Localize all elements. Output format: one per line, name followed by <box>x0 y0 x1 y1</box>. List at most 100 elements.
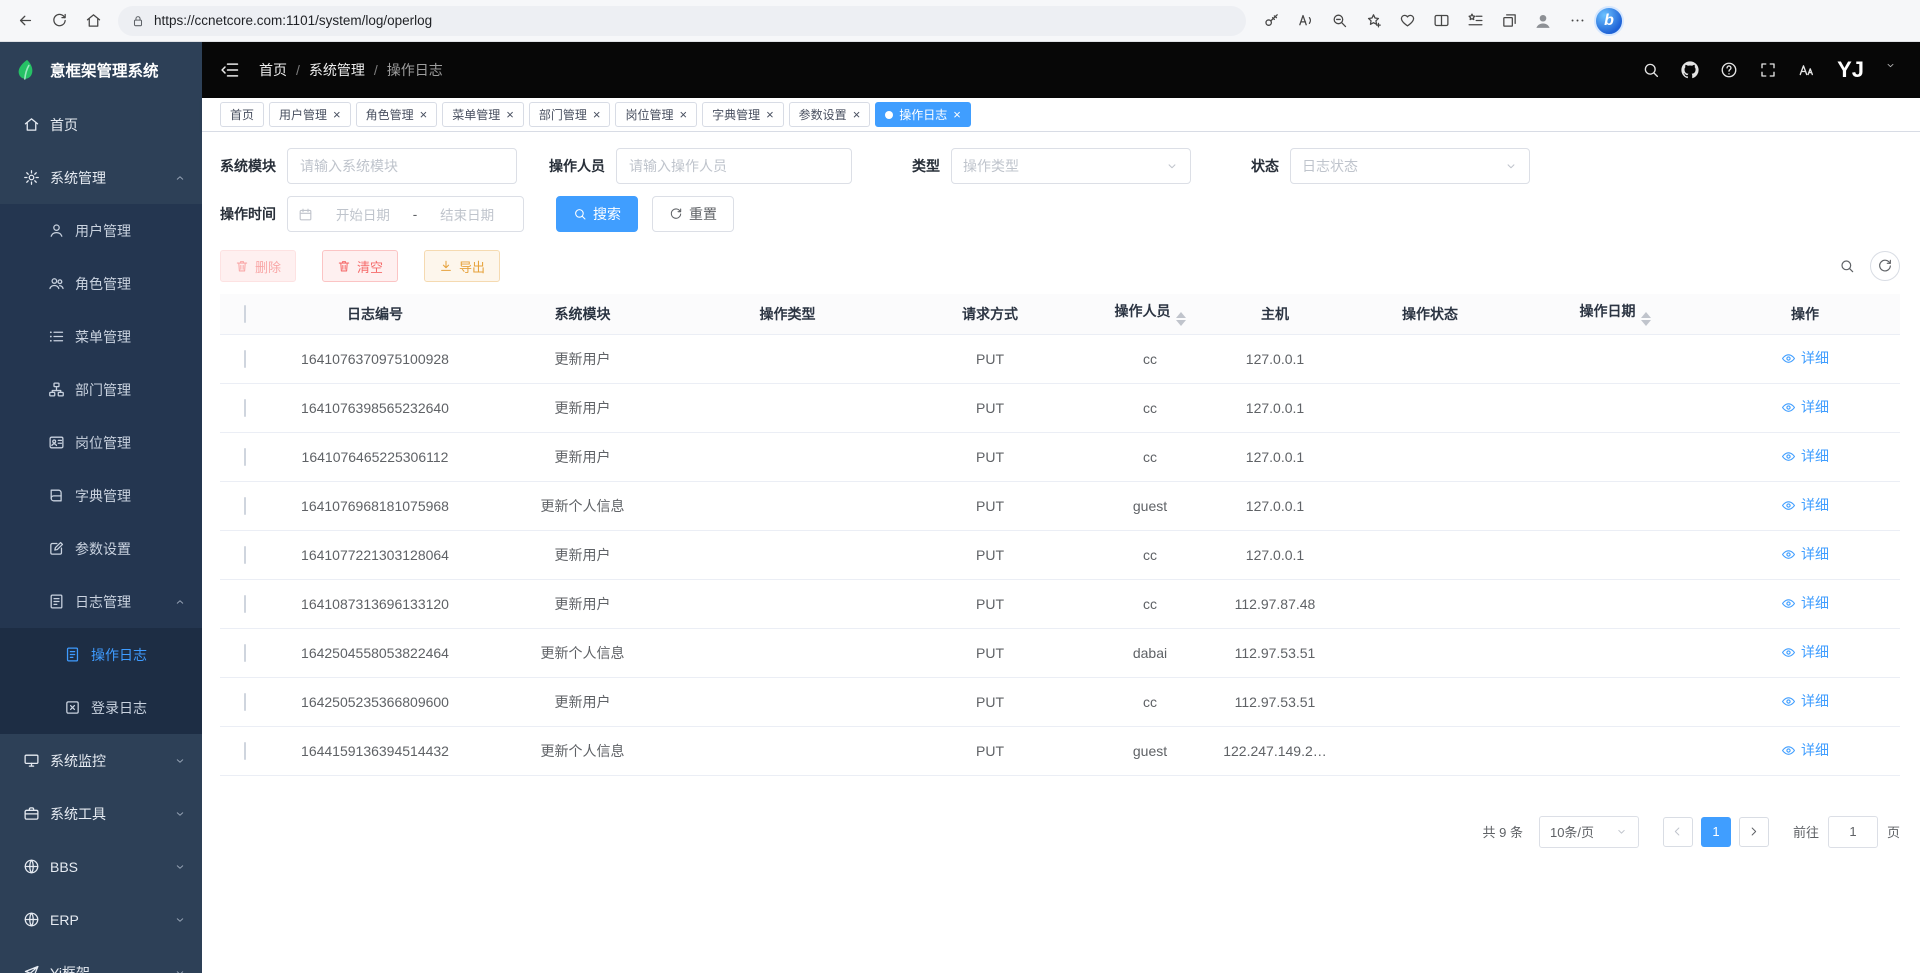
tab-close-icon[interactable]: × <box>953 108 961 121</box>
tab-0[interactable]: 首页 <box>220 102 264 127</box>
sidebar-item-9[interactable]: 日志管理 <box>0 575 202 628</box>
profile-button[interactable] <box>1526 4 1560 38</box>
tab-3[interactable]: 菜单管理× <box>442 102 524 127</box>
detail-link[interactable]: 详细 <box>1781 691 1829 711</box>
tab-close-icon[interactable]: × <box>593 108 601 121</box>
sidebar-item-14[interactable]: BBS <box>0 840 202 893</box>
operator-input[interactable] <box>616 148 852 184</box>
help-button[interactable] <box>1720 61 1738 79</box>
font-size-button[interactable] <box>1798 61 1816 79</box>
tab-close-icon[interactable]: × <box>679 108 687 121</box>
password-manager-button[interactable] <box>1254 4 1288 38</box>
export-button[interactable]: 导出 <box>424 250 500 282</box>
detail-link[interactable]: 详细 <box>1781 740 1829 760</box>
tab-7[interactable]: 参数设置× <box>789 102 871 127</box>
tab-8[interactable]: 操作日志× <box>875 102 971 127</box>
detail-link[interactable]: 详细 <box>1781 544 1829 564</box>
sidebar-item-0[interactable]: 首页 <box>0 98 202 151</box>
detail-link[interactable]: 详细 <box>1781 397 1829 417</box>
read-aloud-button[interactable] <box>1288 4 1322 38</box>
row-checkbox[interactable] <box>244 595 246 613</box>
row-checkbox[interactable] <box>244 399 246 417</box>
status-select[interactable]: 日志状态 <box>1290 148 1530 184</box>
tab-4[interactable]: 部门管理× <box>529 102 611 127</box>
search-button[interactable]: 搜索 <box>556 196 638 232</box>
browser-home-button[interactable] <box>76 4 110 38</box>
tab-close-icon[interactable]: × <box>506 108 514 121</box>
address-bar[interactable]: https://ccnetcore.com:1101/system/log/op… <box>118 6 1246 36</box>
tab-5[interactable]: 岗位管理× <box>615 102 697 127</box>
sidebar-item-7[interactable]: 字典管理 <box>0 469 202 522</box>
delete-button[interactable]: 删除 <box>220 250 296 282</box>
breadcrumb-item-0[interactable]: 首页 <box>259 60 287 80</box>
column-header-4[interactable]: 操作人员 <box>1090 294 1210 334</box>
detail-link[interactable]: 详细 <box>1781 495 1829 515</box>
tab-close-icon[interactable]: × <box>766 108 774 121</box>
module-input[interactable] <box>287 148 517 184</box>
row-checkbox[interactable] <box>244 448 246 466</box>
add-favorite-button[interactable] <box>1356 4 1390 38</box>
row-checkbox[interactable] <box>244 693 246 711</box>
page-size-select[interactable]: 10条/页 <box>1539 816 1639 848</box>
reset-button[interactable]: 重置 <box>652 196 734 232</box>
sort-caret-icon[interactable] <box>1176 312 1186 326</box>
date-range-picker[interactable]: 开始日期 - 结束日期 <box>287 196 524 232</box>
detail-link[interactable]: 详细 <box>1781 642 1829 662</box>
detail-link[interactable]: 详细 <box>1781 593 1829 613</box>
favorites-button[interactable] <box>1458 4 1492 38</box>
sidebar-item-6[interactable]: 岗位管理 <box>0 416 202 469</box>
sort-caret-icon[interactable] <box>1641 312 1651 326</box>
sidebar-item-10[interactable]: 操作日志 <box>0 628 202 681</box>
sidebar-item-16[interactable]: Yi框架 <box>0 946 202 973</box>
tab-close-icon[interactable]: × <box>333 108 341 121</box>
browser-reload-button[interactable] <box>42 4 76 38</box>
app-logo[interactable]: 意框架管理系统 <box>0 42 202 98</box>
sidebar-item-3[interactable]: 角色管理 <box>0 257 202 310</box>
row-checkbox[interactable] <box>244 644 246 662</box>
column-header-7[interactable]: 操作日期 <box>1520 294 1710 334</box>
browser-back-button[interactable] <box>8 4 42 38</box>
detail-link[interactable]: 详细 <box>1781 348 1829 368</box>
clear-button[interactable]: 清空 <box>322 250 398 282</box>
sidebar-item-8[interactable]: 参数设置 <box>0 522 202 575</box>
user-logo[interactable]: YJ <box>1837 57 1864 83</box>
goto-page-input[interactable] <box>1828 816 1878 848</box>
sidebar-item-2[interactable]: 用户管理 <box>0 204 202 257</box>
sidebar-item-15[interactable]: ERP <box>0 893 202 946</box>
select-all-checkbox[interactable] <box>244 305 246 323</box>
user-menu-button[interactable] <box>1885 60 1896 71</box>
browser-essentials-button[interactable] <box>1390 4 1424 38</box>
sidebar-item-11[interactable]: 登录日志 <box>0 681 202 734</box>
breadcrumb-item-1[interactable]: 系统管理 <box>309 60 365 80</box>
detail-link[interactable]: 详细 <box>1781 446 1829 466</box>
sidebar-item-5[interactable]: 部门管理 <box>0 363 202 416</box>
sidebar-item-13[interactable]: 系统工具 <box>0 787 202 840</box>
split-screen-button[interactable] <box>1424 4 1458 38</box>
browser-menu-button[interactable] <box>1560 4 1594 38</box>
tab-close-icon[interactable]: × <box>420 108 428 121</box>
tab-2[interactable]: 角色管理× <box>356 102 438 127</box>
toggle-search-button[interactable] <box>1832 251 1862 281</box>
prev-page-button[interactable] <box>1663 817 1693 847</box>
sidebar-item-1[interactable]: 系统管理 <box>0 151 202 204</box>
bing-chat-button[interactable]: b <box>1594 6 1624 36</box>
github-button[interactable] <box>1681 61 1699 79</box>
tab-1[interactable]: 用户管理× <box>269 102 351 127</box>
sidebar-item-12[interactable]: 系统监控 <box>0 734 202 787</box>
type-select[interactable]: 操作类型 <box>951 148 1191 184</box>
tab-6[interactable]: 字典管理× <box>702 102 784 127</box>
zoom-button[interactable] <box>1322 4 1356 38</box>
next-page-button[interactable] <box>1739 817 1769 847</box>
row-checkbox[interactable] <box>244 497 246 515</box>
sidebar-item-4[interactable]: 菜单管理 <box>0 310 202 363</box>
tab-close-icon[interactable]: × <box>853 108 861 121</box>
header-search-button[interactable] <box>1642 61 1660 79</box>
collections-button[interactable] <box>1492 4 1526 38</box>
row-checkbox[interactable] <box>244 546 246 564</box>
fullscreen-button[interactable] <box>1759 61 1777 79</box>
page-number-1[interactable]: 1 <box>1701 817 1731 847</box>
row-checkbox[interactable] <box>244 742 246 760</box>
refresh-table-button[interactable] <box>1870 251 1900 281</box>
row-checkbox[interactable] <box>244 350 246 368</box>
sidebar-toggle-button[interactable] <box>220 60 240 80</box>
